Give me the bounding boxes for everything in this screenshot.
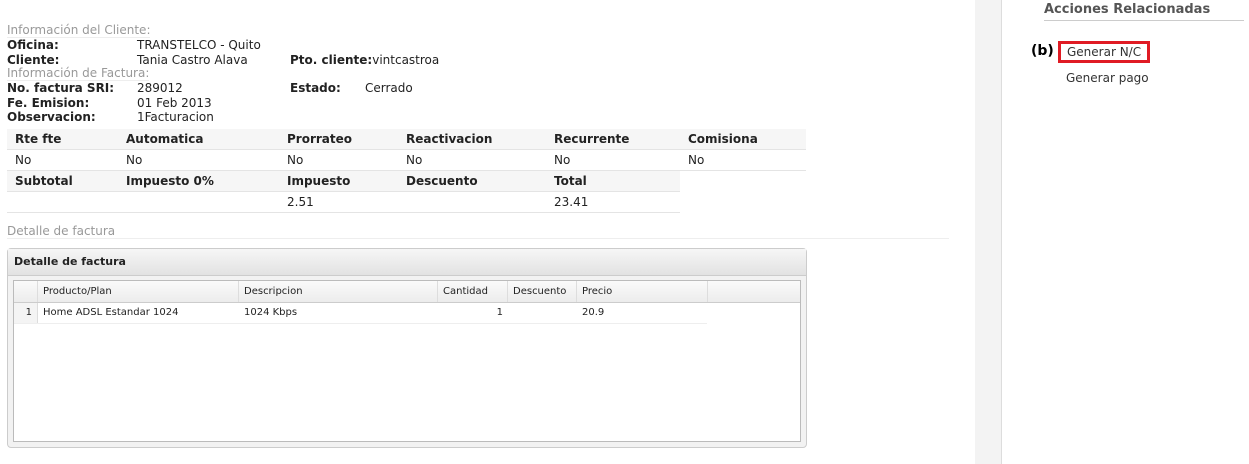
oficina-label: Oficina: [7, 38, 59, 52]
oficina-value: TRANSTELCO - Quito [137, 38, 261, 52]
no-factura-label: No. factura SRI: [7, 81, 115, 95]
cell-producto: Home ADSL Estandar 1024 [43, 307, 179, 318]
cell-cantidad: 1 [496, 307, 503, 318]
header-impuesto-0: Impuesto 0% [118, 170, 279, 192]
header-impuesto: Impuesto [279, 170, 398, 192]
table-row[interactable]: 1 Home ADSL Estandar 1024 1024 Kbps 1 20… [14, 303, 707, 324]
grid-header: Producto/Plan Descripcion Cantidad Descu… [14, 281, 800, 303]
header-subtotal: Subtotal [7, 170, 118, 192]
value-impuesto-0 [118, 191, 279, 213]
value-total: 23.41 [546, 191, 680, 213]
row-number: 1 [14, 303, 38, 323]
cell-descripcion: 1024 Kbps [244, 307, 298, 318]
sidebar-divider [975, 0, 1002, 464]
cliente-label: Cliente: [7, 53, 60, 67]
fecha-value: 01 Feb 2013 [137, 96, 212, 110]
cliente-value: Tania Castro Alava [137, 53, 248, 67]
header-recurrente: Recurrente [546, 129, 680, 150]
value-subtotal [7, 191, 118, 213]
main-content: Información del Cliente: Oficina: TRANST… [0, 0, 975, 464]
pto-cliente-label: Pto. cliente: [290, 53, 373, 67]
value-prorrateo: No [279, 149, 398, 171]
related-actions-title: Acciones Relacionadas [1044, 2, 1244, 21]
invoice-summary-table: Rte fte Automatica Prorrateo Reactivacio… [7, 129, 806, 213]
header-reactivacion: Reactivacion [398, 129, 546, 150]
col-descuento[interactable]: Descuento [508, 281, 577, 302]
header-descuento: Descuento [398, 170, 546, 192]
detalle-panel: Detalle de factura Producto/Plan Descrip… [7, 248, 807, 448]
header-automatica: Automatica [118, 129, 279, 150]
generar-pago-link[interactable]: Generar pago [1066, 71, 1149, 85]
col-cantidad[interactable]: Cantidad [438, 281, 508, 302]
header-comisiona: Comisiona [680, 129, 806, 150]
col-producto[interactable]: Producto/Plan [38, 281, 239, 302]
header-prorrateo: Prorrateo [279, 129, 398, 150]
value-impuesto: 2.51 [279, 191, 398, 213]
value-reactivacion: No [398, 149, 546, 171]
estado-value: Cerrado [365, 81, 413, 95]
cell-descuento [508, 303, 577, 323]
client-info-section: Información del Cliente: [7, 23, 151, 38]
panel-title: Detalle de factura [8, 249, 806, 276]
observacion-value: 1Facturacion [137, 110, 214, 124]
value-rte-fte: No [7, 149, 118, 171]
observacion-label: Observacion: [7, 110, 96, 124]
cell-precio: 20.9 [582, 307, 605, 318]
fecha-label: Fe. Emision: [7, 96, 90, 110]
col-precio[interactable]: Precio [577, 281, 708, 302]
no-factura-value: 289012 [137, 81, 183, 95]
col-rownum [14, 281, 38, 302]
col-descripcion[interactable]: Descripcion [239, 281, 438, 302]
header-rte-fte: Rte fte [7, 129, 118, 150]
value-recurrente: No [546, 149, 680, 171]
generar-nc-link[interactable]: Generar N/C [1058, 41, 1151, 63]
detalle-section-title: Detalle de factura [7, 224, 949, 239]
invoice-info-section: Información de Factura: [7, 66, 150, 81]
value-comisiona: No [680, 149, 806, 171]
estado-label: Estado: [290, 81, 341, 95]
value-descuento [398, 191, 546, 213]
value-automatica: No [118, 149, 279, 171]
detalle-grid: Producto/Plan Descripcion Cantidad Descu… [13, 280, 801, 442]
header-total: Total [546, 170, 680, 192]
annotation-marker: (b) [1031, 43, 1054, 59]
pto-cliente-value: vintcastroa [372, 53, 440, 67]
